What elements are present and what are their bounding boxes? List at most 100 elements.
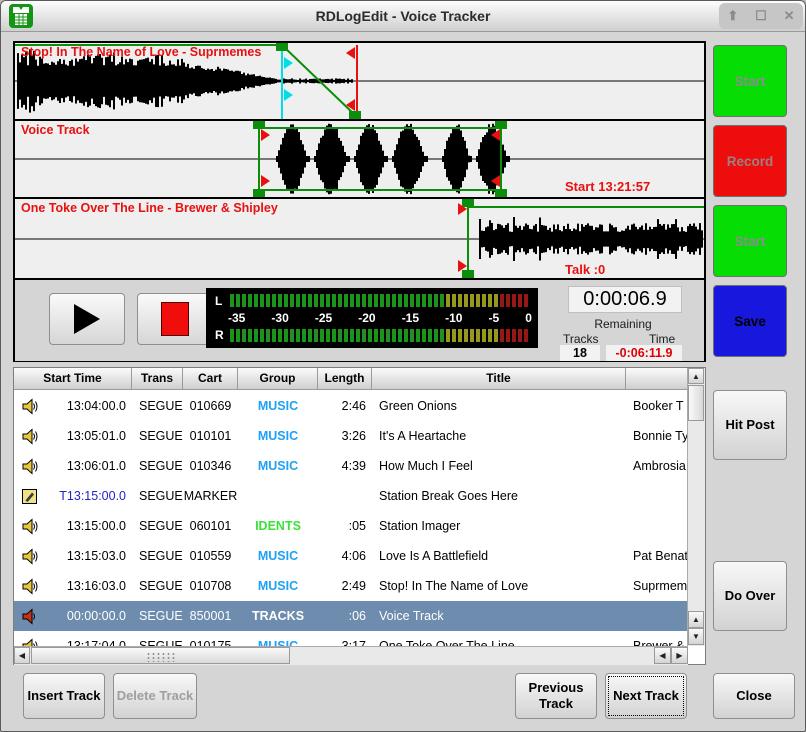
- cell-start: 13:04:00.0: [44, 399, 132, 413]
- cell-start: 13:17:04.0: [44, 639, 132, 646]
- cell-title: Love Is A Battlefield: [372, 549, 626, 563]
- talk-marker-line[interactable]: [281, 49, 283, 119]
- log-row[interactable]: 13:04:00.0SEGUE010669MUSIC2:46Green Onio…: [14, 391, 688, 421]
- button-label: Do Over: [725, 588, 776, 604]
- log-column-header-length[interactable]: Length: [318, 368, 372, 390]
- start-incoming-button[interactable]: Start: [713, 205, 787, 277]
- cell-artist: Bonnie Tyle: [626, 429, 688, 443]
- region-handle[interactable]: [495, 121, 507, 129]
- close-window-icon[interactable]: ✕: [784, 8, 795, 24]
- log-column-header-group[interactable]: Group: [238, 368, 318, 390]
- hit-post-button[interactable]: Hit Post: [713, 390, 787, 460]
- log-row[interactable]: 13:15:00.0SEGUE060101IDENTS:05Station Im…: [14, 511, 688, 541]
- cell-cart: 010559: [183, 549, 238, 563]
- titlebar[interactable]: RDLogEdit - Voice Tracker ⬆ ☐ ✕: [1, 1, 805, 32]
- cell-trans: SEGUE: [132, 489, 183, 503]
- cell-cart: 010175: [183, 639, 238, 646]
- scroll-right-icon[interactable]: ▶: [671, 647, 688, 664]
- cell-title: One Toke Over The Line: [372, 639, 626, 646]
- cell-group: MUSIC: [238, 429, 318, 443]
- region-handle[interactable]: [495, 189, 507, 197]
- segue-marker-handle[interactable]: [346, 47, 355, 59]
- start-marker-handle[interactable]: [458, 203, 467, 215]
- log-row[interactable]: 13:16:03.0SEGUE010708MUSIC2:49Stop! In T…: [14, 571, 688, 601]
- window-controls: ⬆ ☐ ✕: [719, 3, 803, 29]
- track-title-label: Stop! In The Name of Love - Suprmemes: [21, 45, 261, 59]
- save-button[interactable]: Save: [713, 285, 787, 357]
- previous-track-button[interactable]: Previous Track: [515, 673, 597, 719]
- scroll-left-icon[interactable]: ◀: [14, 647, 30, 664]
- region-handle[interactable]: [253, 189, 265, 197]
- waveform-track-incoming[interactable]: One Toke Over The Line - Brewer & Shiple…: [15, 199, 704, 278]
- thumb-grip: [146, 652, 176, 662]
- fade-handle[interactable]: [276, 43, 288, 51]
- waveform-track-outgoing[interactable]: Stop! In The Name of Love - Suprmemes: [15, 43, 704, 121]
- remaining-label: Remaining: [558, 317, 688, 331]
- start-marker-handle[interactable]: [261, 129, 270, 141]
- log-event-list: Start TimeTransCartGroupLengthTitle 13:0…: [13, 367, 706, 665]
- segue-end-marker-line[interactable]: [356, 45, 358, 119]
- fade-handle[interactable]: [349, 111, 361, 119]
- horizontal-scrollbar[interactable]: ◀ ◀ ▶: [14, 646, 688, 665]
- log-row[interactable]: T13:15:00.0SEGUEMARKERStation Break Goes…: [14, 481, 688, 511]
- log-column-header-trans[interactable]: Trans: [132, 368, 183, 390]
- start-marker-handle[interactable]: [458, 260, 467, 272]
- scroll-left-icon[interactable]: ◀: [654, 647, 671, 664]
- end-marker-handle[interactable]: [491, 129, 500, 141]
- cell-length: 2:46: [318, 399, 372, 413]
- cell-cart: 010101: [183, 429, 238, 443]
- play-button[interactable]: [49, 293, 125, 345]
- record-button[interactable]: Record: [713, 125, 787, 197]
- talk-marker-handle[interactable]: [284, 57, 293, 69]
- stop-button[interactable]: [137, 293, 213, 345]
- log-row[interactable]: 13:06:01.0SEGUE010346MUSIC4:39How Much I…: [14, 451, 688, 481]
- track-title-label: Voice Track: [21, 123, 90, 137]
- vertical-scrollbar[interactable]: ▲ ▲ ▼: [687, 368, 705, 646]
- maximize-icon[interactable]: ☐: [755, 8, 767, 24]
- meter-tick-label: -15: [402, 311, 419, 325]
- log-column-header-artist[interactable]: [626, 368, 688, 390]
- next-track-button[interactable]: Next Track: [605, 673, 687, 719]
- log-row-selected[interactable]: 00:00:00.0SEGUE850001TRACKS:06Voice Trac…: [14, 601, 688, 631]
- scroll-up-icon[interactable]: ▲: [688, 368, 704, 384]
- start-outgoing-button[interactable]: Start: [713, 45, 787, 117]
- cell-title: Voice Track: [372, 609, 626, 623]
- horizontal-scroll-thumb[interactable]: [31, 647, 290, 664]
- log-row[interactable]: 13:17:04.0SEGUE010175MUSIC3:17One Toke O…: [14, 631, 688, 646]
- talk-marker-handle[interactable]: [284, 89, 293, 101]
- cell-length: 4:06: [318, 549, 372, 563]
- cell-trans: SEGUE: [132, 459, 183, 473]
- cell-title: Station Imager: [372, 519, 626, 533]
- delete-track-button[interactable]: Delete Track: [113, 673, 197, 719]
- log-row[interactable]: 13:05:01.0SEGUE010101MUSIC3:26It's A Hea…: [14, 421, 688, 451]
- cell-length: 3:17: [318, 639, 372, 646]
- vertical-scroll-thumb[interactable]: [688, 385, 704, 421]
- insert-track-button[interactable]: Insert Track: [23, 673, 105, 719]
- end-marker-handle[interactable]: [491, 175, 500, 187]
- meter-scale: -35-30-25-20-15-10-50: [228, 311, 532, 325]
- cell-start: 00:00:00.0: [44, 609, 132, 623]
- cell-title: Green Onions: [372, 399, 626, 413]
- log-row[interactable]: 13:15:03.0SEGUE010559MUSIC4:06Love Is A …: [14, 541, 688, 571]
- waveform-track-voice[interactable]: Voice Track Start 13:21:57: [15, 121, 704, 199]
- cell-title: Station Break Goes Here: [372, 489, 626, 503]
- cell-length: 4:39: [318, 459, 372, 473]
- cell-start: T13:15:00.0: [44, 489, 132, 503]
- marker-icon: [14, 488, 44, 505]
- start-marker-handle[interactable]: [261, 175, 270, 187]
- region-handle[interactable]: [253, 121, 265, 129]
- do-over-button[interactable]: Do Over: [713, 561, 787, 631]
- button-label: Record: [727, 154, 774, 169]
- scroll-up-icon[interactable]: ▲: [688, 611, 704, 628]
- log-column-header-start-time[interactable]: Start Time: [14, 368, 132, 390]
- speaker-icon: [14, 458, 44, 475]
- close-button[interactable]: Close: [713, 673, 795, 719]
- cell-start: 13:05:01.0: [44, 429, 132, 443]
- log-column-header-title[interactable]: Title: [372, 368, 626, 390]
- shade-window-icon[interactable]: ⬆: [727, 8, 738, 24]
- log-column-header-cart[interactable]: Cart: [183, 368, 238, 390]
- scroll-down-icon[interactable]: ▼: [688, 628, 704, 645]
- cell-start: 13:16:03.0: [44, 579, 132, 593]
- cell-group: MUSIC: [238, 579, 318, 593]
- segue-marker-handle[interactable]: [346, 99, 355, 111]
